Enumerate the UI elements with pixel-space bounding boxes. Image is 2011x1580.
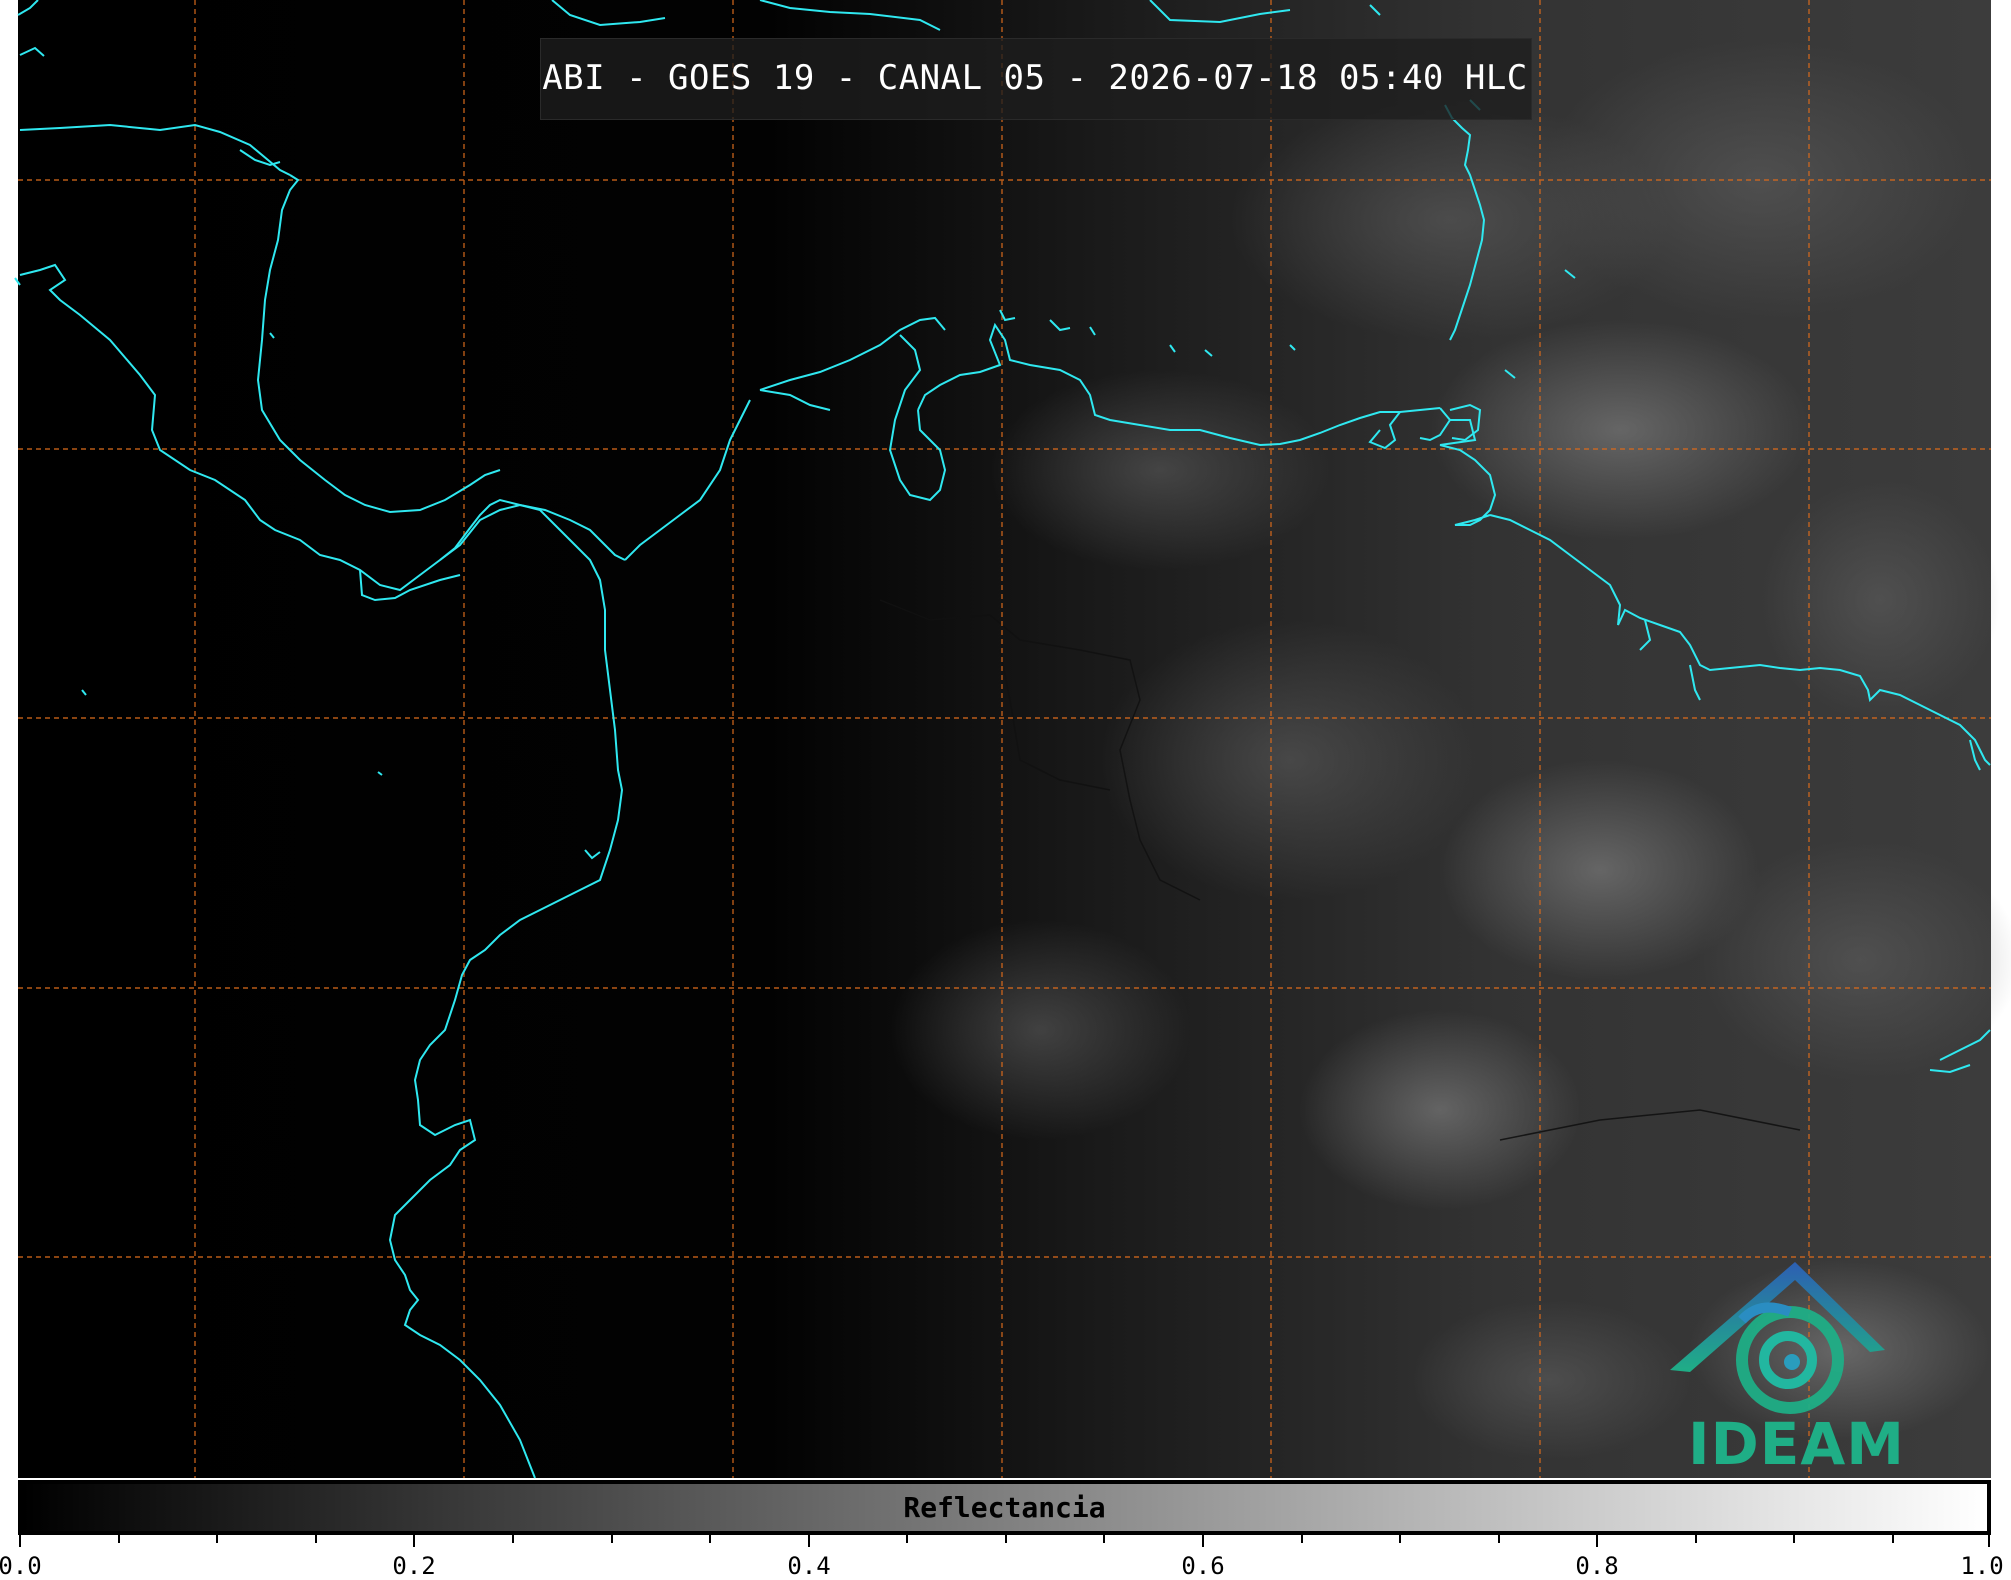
tick-label: 0.0 bbox=[0, 1552, 42, 1580]
tick-label: 0.8 bbox=[1575, 1552, 1619, 1580]
map-title: ABI - GOES 19 - CANAL 05 - 2026-07-18 05… bbox=[542, 58, 1528, 98]
satellite-map bbox=[14, 0, 2011, 1479]
colorbar-ticks bbox=[19, 1535, 1990, 1547]
ideam-logo-text: IDEAM bbox=[1688, 1410, 1905, 1478]
tick-label: 0.6 bbox=[1181, 1552, 1225, 1580]
colorbar-label: Reflectancia bbox=[903, 1491, 1106, 1524]
tick-label: 0.2 bbox=[392, 1552, 436, 1580]
tick-label: 1.0 bbox=[1960, 1552, 2004, 1580]
tick-label: 0.4 bbox=[787, 1552, 831, 1580]
